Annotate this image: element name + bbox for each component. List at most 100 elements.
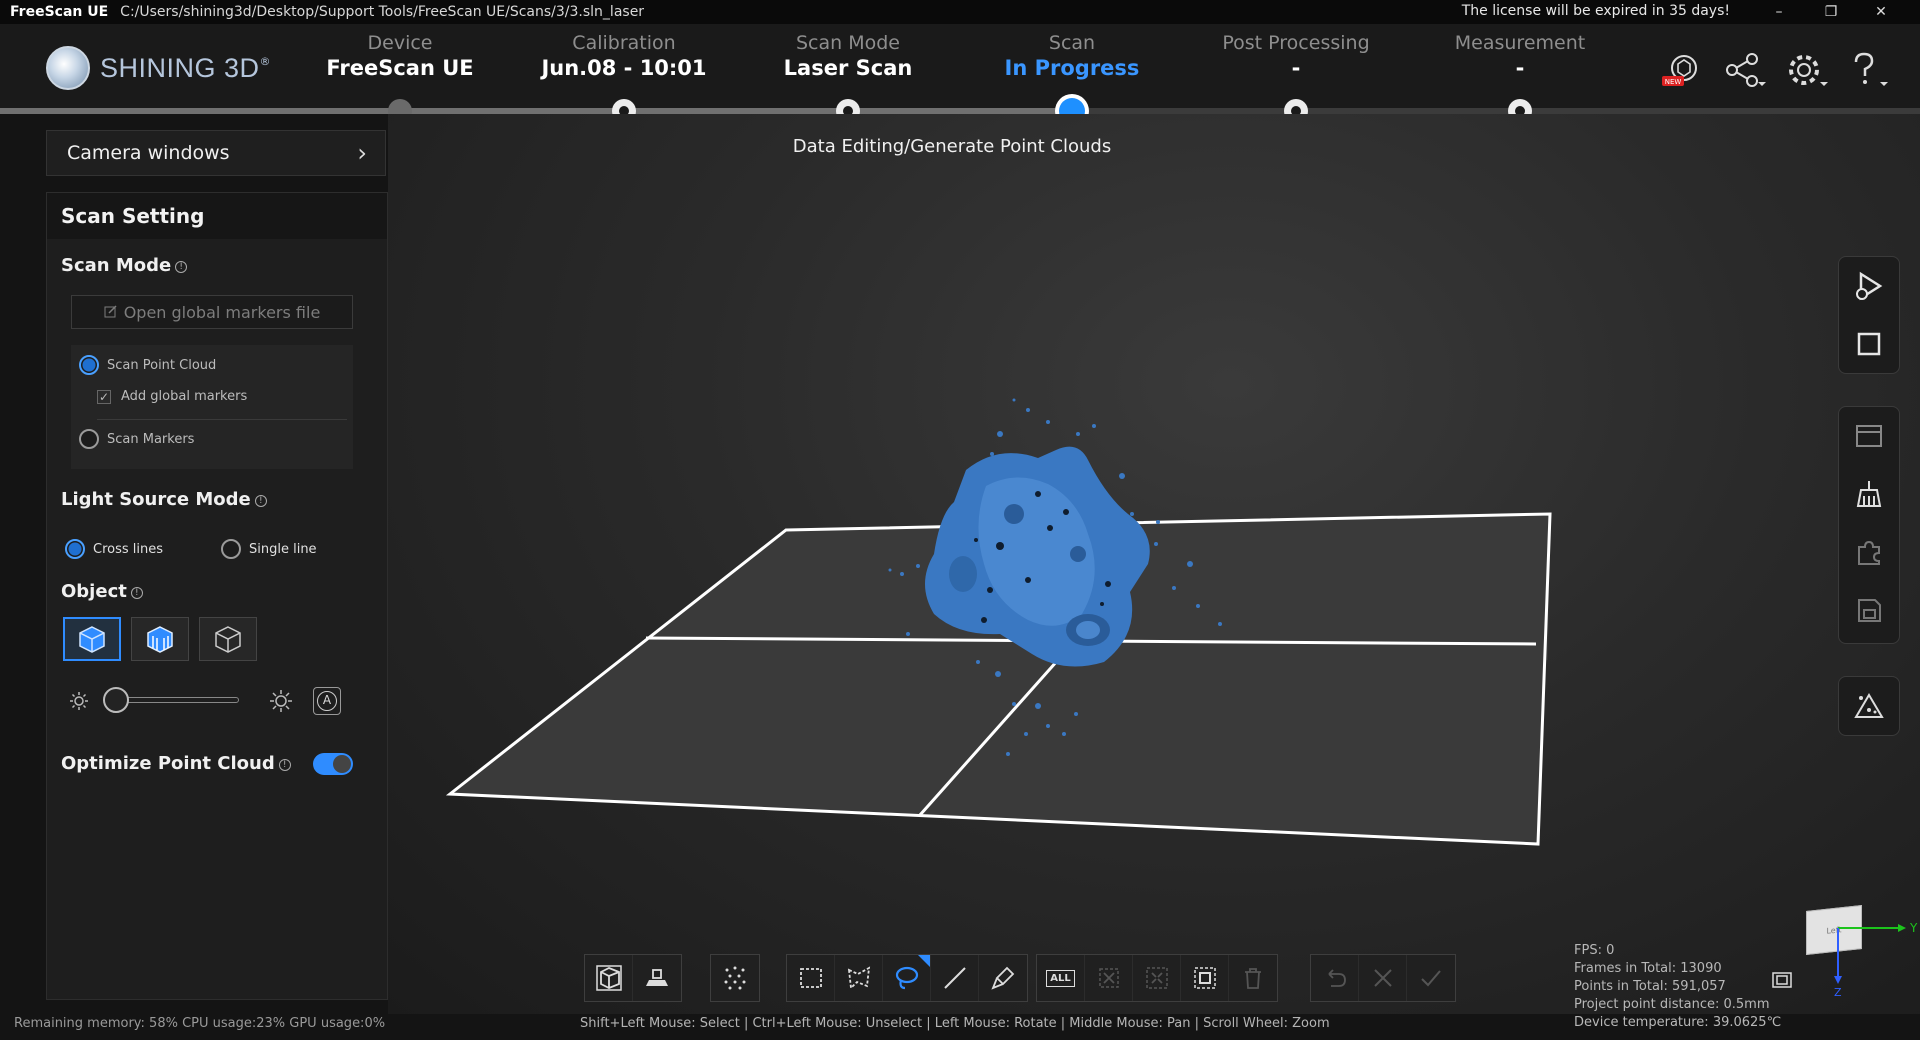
select-connected-icon	[1193, 967, 1216, 989]
share-icon[interactable]	[1720, 48, 1768, 92]
divider	[97, 419, 347, 420]
invert-select-icon	[1145, 967, 1168, 989]
start-scan-button[interactable]	[1839, 257, 1899, 315]
point-display-button[interactable]	[711, 955, 759, 1001]
undo-button[interactable]	[1311, 955, 1359, 1001]
polygon-select-button[interactable]	[835, 955, 883, 1001]
fps-readout: FPS: 0	[1574, 943, 1615, 958]
brush-select-button[interactable]	[979, 955, 1027, 1001]
fit-view-button[interactable]	[585, 955, 633, 1001]
view-tools-group	[584, 954, 682, 1002]
restore-button[interactable]: ❐	[1808, 0, 1854, 24]
unselect-icon	[1098, 968, 1119, 988]
mesh-button[interactable]	[1839, 677, 1899, 735]
open-global-markers-button[interactable]: Open global markers file	[71, 295, 353, 329]
line-icon	[943, 967, 966, 989]
cross-lines-label: Cross lines	[93, 542, 164, 557]
axis-z-label: Z	[1834, 986, 1842, 998]
step-value: -	[1291, 56, 1301, 80]
step-measurement[interactable]: Measurement -	[1408, 32, 1632, 80]
undo-icon	[1327, 969, 1346, 987]
scatter-points-icon	[724, 966, 746, 990]
unselect-button[interactable]	[1085, 955, 1133, 1001]
stop-scan-button[interactable]	[1839, 315, 1899, 373]
step-device[interactable]: Device FreeScan UE	[288, 32, 512, 80]
select-tools-group	[786, 954, 1028, 1002]
step-value: Jun.08 - 10:01	[541, 56, 707, 80]
chevron-right-icon: ›	[357, 139, 367, 167]
points-total: Points in Total: 591,057	[1574, 979, 1726, 994]
plugin-button[interactable]	[1839, 523, 1899, 581]
step-scan[interactable]: Scan In Progress	[960, 32, 1184, 80]
step-scan-mode[interactable]: Scan Mode Laser Scan	[736, 32, 960, 80]
lasso-select-button[interactable]	[883, 955, 931, 1001]
delete-button[interactable]	[1229, 955, 1277, 1001]
cross-lines-radio[interactable]	[65, 539, 85, 559]
object-heading: Object!	[61, 581, 143, 602]
logo-text: SHINING 3D	[100, 52, 260, 83]
triangle-points-icon	[1854, 693, 1884, 718]
step-label: Post Processing	[1222, 32, 1370, 54]
settings-gear-icon[interactable]	[1782, 48, 1830, 92]
invert-select-button[interactable]	[1133, 955, 1181, 1001]
step-label: Scan	[1048, 32, 1096, 54]
auto-exposure-button[interactable]: A	[313, 687, 341, 715]
optimize-heading: Optimize Point Cloud!	[61, 753, 291, 774]
stage-caption: Data Editing/Generate Point Clouds	[792, 136, 1112, 157]
light-source-title: Light Source Mode	[61, 489, 251, 510]
help-icon[interactable]	[1842, 48, 1890, 92]
add-global-markers-checkbox[interactable]: ✓	[97, 390, 111, 404]
step-label: Device	[367, 32, 433, 54]
scene-canvas[interactable]	[388, 114, 1920, 1014]
step-value: In Progress	[1004, 56, 1140, 80]
object-ribbed-button[interactable]	[131, 617, 189, 661]
edit-tools-group	[1838, 406, 1900, 644]
save-button[interactable]	[1839, 581, 1899, 639]
device-temperature: Device temperature: 39.0625℃	[1574, 1015, 1782, 1030]
scan-markers-label: Scan Markers	[107, 432, 195, 447]
new-feature-icon[interactable]: NEW	[1658, 48, 1706, 92]
open-global-markers-label: Open global markers file	[123, 302, 321, 322]
exposure-slider-handle[interactable]	[103, 687, 129, 713]
single-line-radio[interactable]	[221, 539, 241, 559]
close-x-icon	[1373, 969, 1392, 987]
select-connected-button[interactable]	[1181, 955, 1229, 1001]
window-view-button[interactable]	[1839, 407, 1899, 465]
select-all-button[interactable]: ALL	[1037, 955, 1085, 1001]
object-solid-button[interactable]	[63, 617, 121, 661]
window-icon	[1856, 425, 1882, 447]
point-distance: Project point distance: 0.5mm	[1574, 997, 1770, 1012]
object-outline-button[interactable]	[199, 617, 257, 661]
axis-y-label: Y	[1909, 921, 1918, 935]
title-bar: FreeScan UE C:/Users/shining3d/Desktop/S…	[0, 0, 1920, 24]
plane-view-button[interactable]	[633, 955, 681, 1001]
mouse-hint: Shift+Left Mouse: Select | Ctrl+Left Mou…	[580, 1016, 1330, 1031]
workflow-header: SHINING 3D ® Device FreeScan UE Calibrat…	[0, 24, 1920, 112]
camera-windows-label: Camera windows	[67, 142, 230, 164]
cancel-button[interactable]	[1359, 955, 1407, 1001]
auto-exposure-label: A	[317, 691, 337, 711]
scan-markers-radio[interactable]	[79, 429, 99, 449]
rect-select-button[interactable]	[787, 955, 835, 1001]
info-icon[interactable]: !	[175, 261, 188, 273]
add-global-markers-label: Add global markers	[121, 389, 248, 404]
step-calibration[interactable]: Calibration Jun.08 - 10:01	[512, 32, 736, 80]
clean-button[interactable]	[1839, 465, 1899, 523]
scan-point-cloud-radio[interactable]	[79, 355, 99, 375]
apply-button[interactable]	[1407, 955, 1455, 1001]
broom-icon	[1856, 481, 1882, 507]
3d-viewport[interactable]	[388, 114, 1920, 1014]
brush-icon	[991, 966, 1015, 990]
shining3d-logo: SHINING 3D ®	[46, 46, 271, 90]
line-select-button[interactable]	[931, 955, 979, 1001]
file-path: C:/Users/shining3d/Desktop/Support Tools…	[120, 4, 645, 20]
step-post-processing[interactable]: Post Processing -	[1184, 32, 1408, 80]
info-icon[interactable]: !	[278, 759, 291, 771]
optimize-point-cloud-toggle[interactable]	[313, 753, 353, 775]
camera-windows-button[interactable]: Camera windows ›	[46, 130, 386, 176]
minimize-button[interactable]: –	[1756, 0, 1802, 24]
info-icon[interactable]: !	[254, 495, 267, 507]
close-button[interactable]: ✕	[1858, 0, 1904, 24]
info-icon[interactable]: !	[130, 587, 143, 599]
object-title: Object	[61, 581, 127, 602]
